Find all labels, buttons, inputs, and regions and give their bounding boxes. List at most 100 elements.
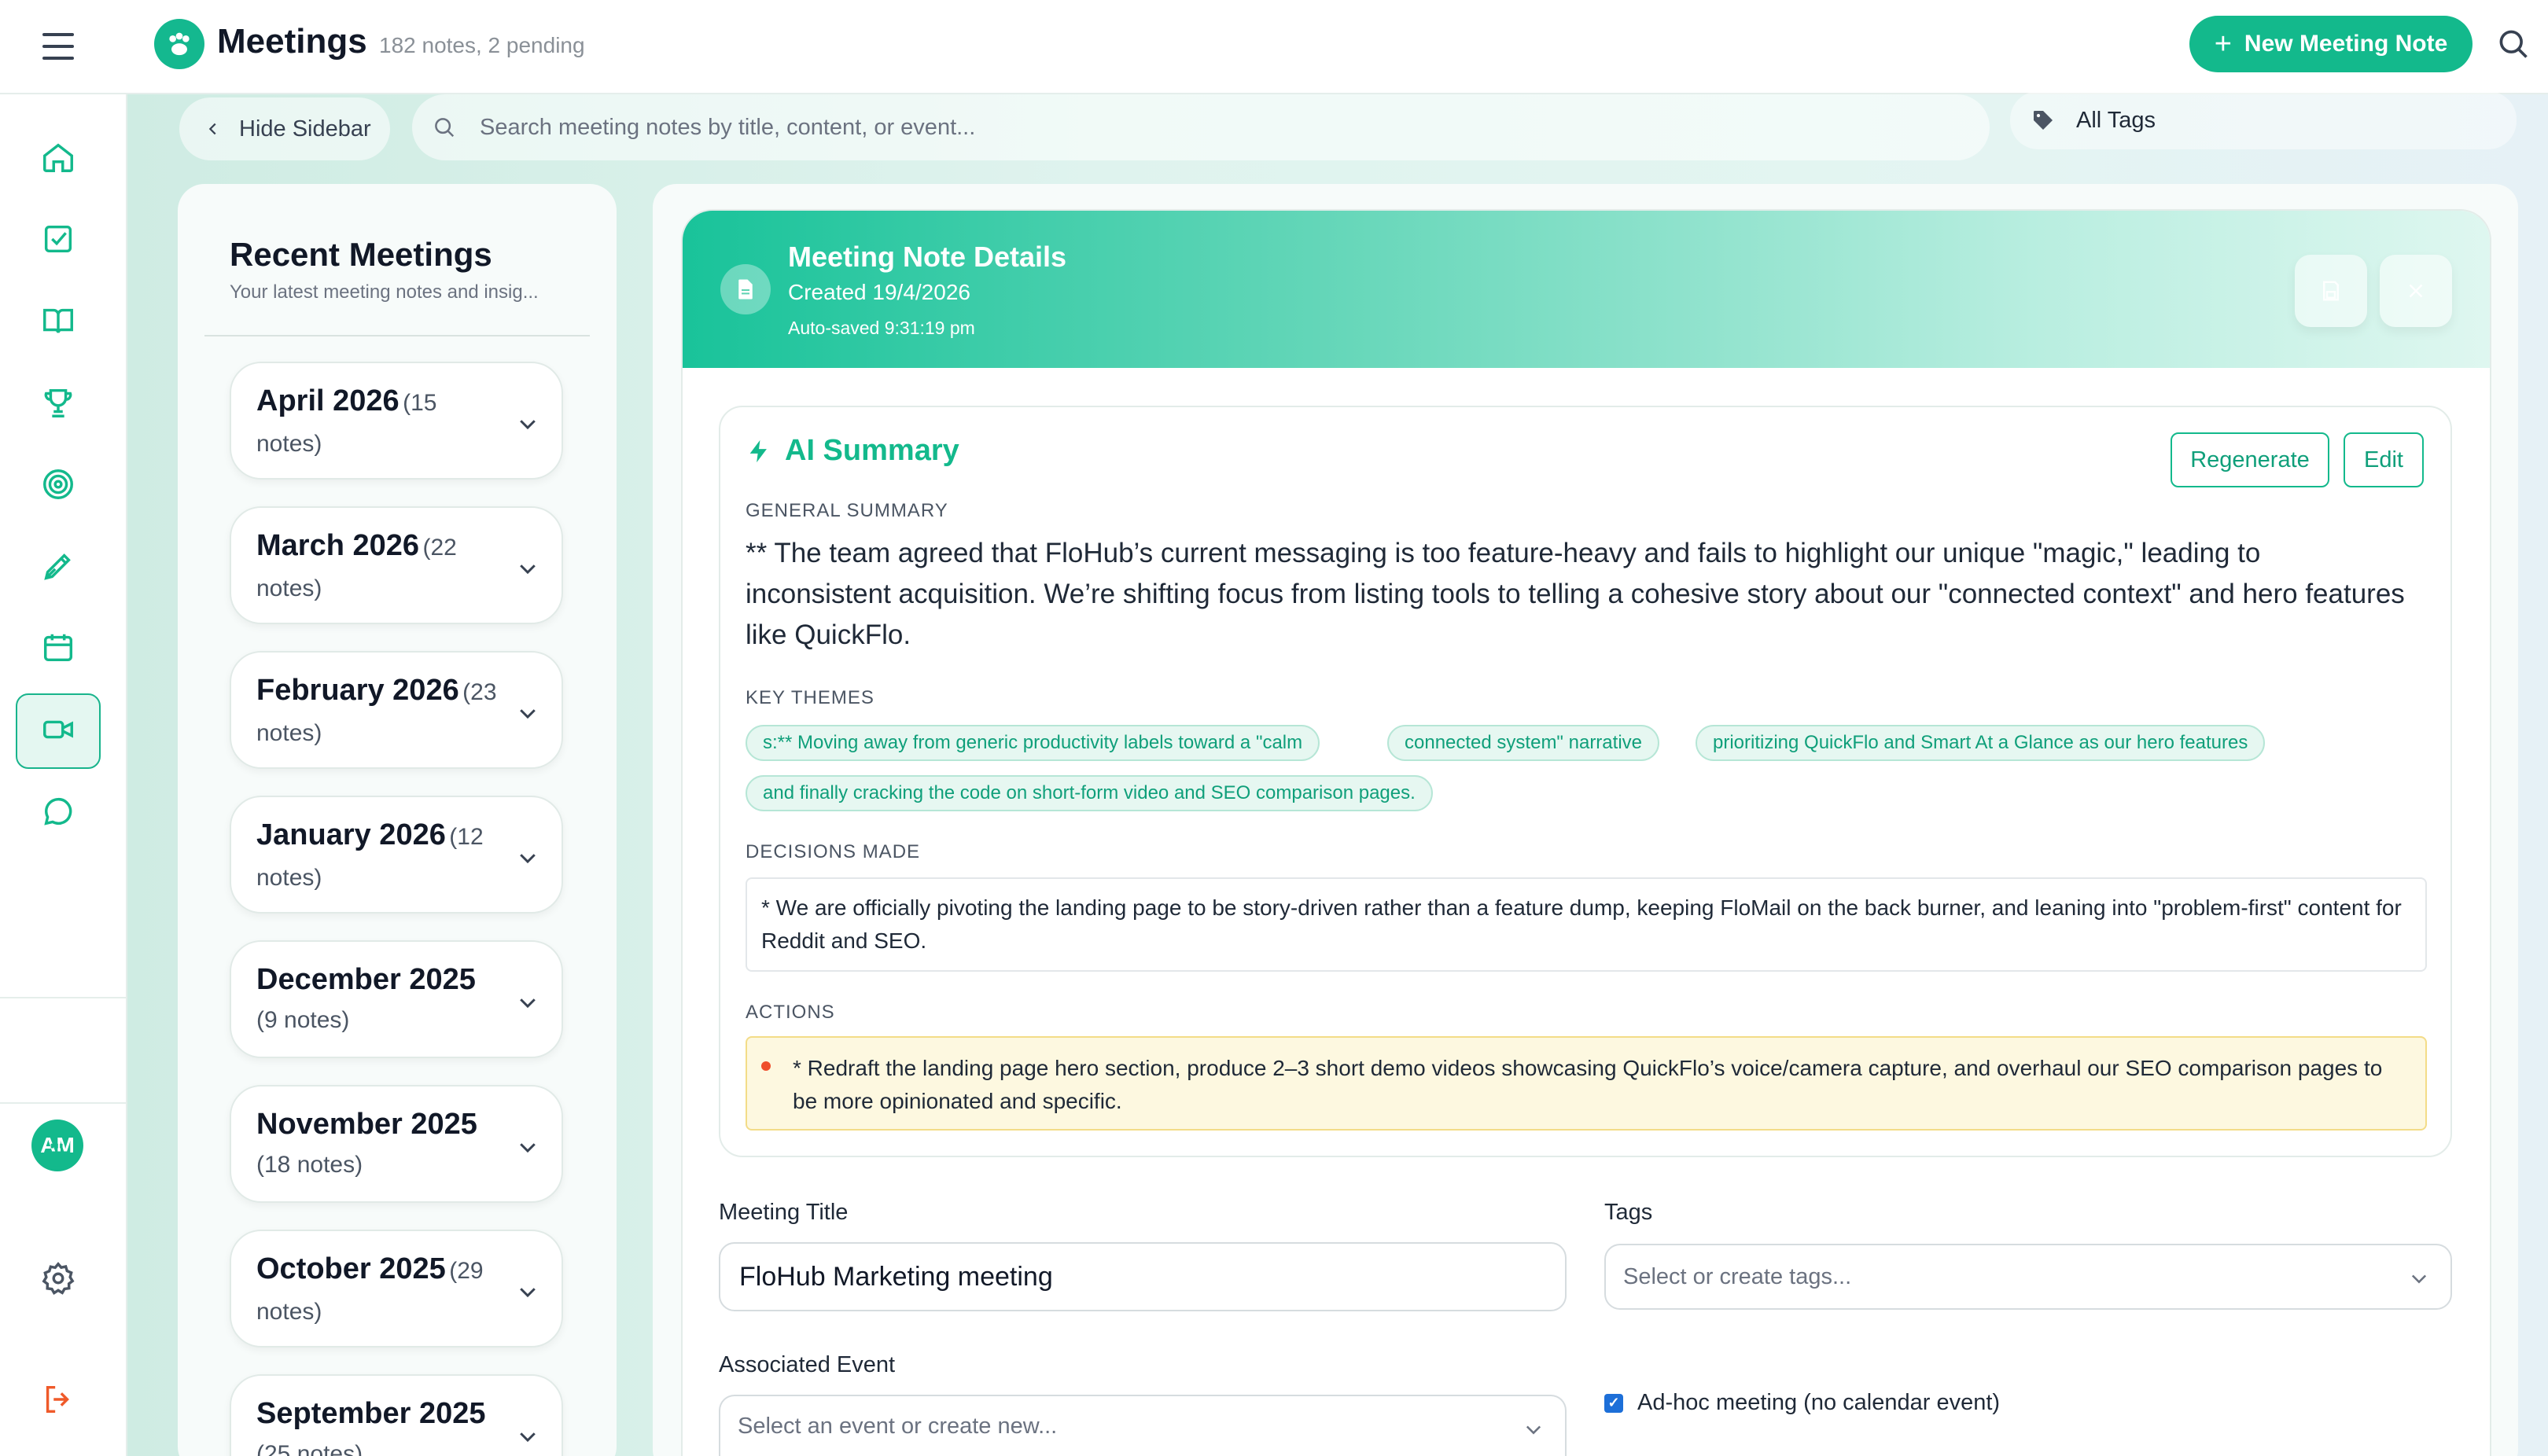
chevron-down-icon <box>520 420 536 430</box>
month-name: April 2026 <box>256 384 400 417</box>
video-icon[interactable] <box>38 709 79 750</box>
search-bar <box>412 94 1990 160</box>
chevron-down-icon <box>1526 1425 1541 1435</box>
chevron-down-icon <box>520 1288 536 1298</box>
close-button[interactable] <box>2380 255 2452 327</box>
action-text: * Redraft the landing page hero section,… <box>793 1056 2383 1113</box>
ai-summary-title: AI Summary <box>785 434 959 467</box>
theme-chip: and finally cracking the code on short-f… <box>746 775 1433 811</box>
search-icon[interactable] <box>2496 27 2531 61</box>
general-summary-label: GENERAL SUMMARY <box>746 500 948 521</box>
left-rail: AM <box>0 94 127 1456</box>
tags-select[interactable]: Select or create tags... <box>1604 1244 2452 1310</box>
tags-filter-label: All Tags <box>2076 107 2156 133</box>
book-icon[interactable] <box>38 300 79 341</box>
month-name: December 2025 <box>256 963 476 996</box>
notes-count: 182 notes, 2 pending <box>379 33 585 57</box>
chevron-down-icon <box>520 1143 536 1153</box>
month-count: (25 notes) <box>256 1441 363 1456</box>
meeting-title-label: Meeting Title <box>719 1200 849 1225</box>
divider <box>204 335 590 336</box>
logout-icon[interactable] <box>38 1379 79 1420</box>
target-icon[interactable] <box>38 464 79 505</box>
chevron-down-icon <box>520 998 536 1009</box>
page-title: Meetings <box>217 22 367 61</box>
top-bar: Meetings 182 notes, 2 pending + New Meet… <box>0 0 2548 94</box>
month-group-october-2025[interactable]: October 2025 (29 notes) <box>230 1230 563 1348</box>
checkbox-checked-icon[interactable]: ✓ <box>1604 1393 1623 1413</box>
plus-icon: + <box>2214 27 2232 61</box>
event-placeholder: Select an event or create new... <box>738 1413 1058 1439</box>
home-icon[interactable] <box>38 137 79 178</box>
new-meeting-note-button[interactable]: + New Meeting Note <box>2189 16 2473 72</box>
month-group-february-2026[interactable]: February 2026 (23 notes) <box>230 651 563 769</box>
created-date: Created 19/4/2026 <box>788 280 970 304</box>
key-themes-label: KEY THEMES <box>746 687 874 708</box>
trophy-icon[interactable] <box>38 382 79 423</box>
chevron-down-icon <box>520 564 536 575</box>
search-input[interactable] <box>480 114 1895 141</box>
chevron-down-icon <box>2411 1274 2427 1284</box>
month-name: January 2026 <box>256 818 446 851</box>
recent-meetings-subtitle: Your latest meeting notes and insig... <box>230 281 539 303</box>
document-icon <box>720 264 771 314</box>
month-name: September 2025 <box>256 1397 486 1430</box>
edit-button[interactable]: Edit <box>2344 432 2424 487</box>
month-group-december-2025[interactable]: December 2025 (9 notes) <box>230 940 563 1058</box>
actions-label: ACTIONS <box>746 1002 835 1023</box>
lightning-icon <box>749 439 767 462</box>
month-name: November 2025 <box>256 1108 477 1141</box>
event-select[interactable]: Select an event or create new... <box>719 1395 1567 1456</box>
recent-meetings-title: Recent Meetings <box>230 236 492 273</box>
app-logo-icon <box>154 19 204 69</box>
chevron-down-icon <box>520 854 536 864</box>
pen-icon[interactable] <box>38 546 79 586</box>
ai-summary-heading: AI Summary <box>746 434 959 468</box>
month-name: March 2026 <box>256 529 420 562</box>
gear-icon[interactable] <box>38 1258 79 1299</box>
month-group-january-2026[interactable]: January 2026 (12 notes) <box>230 796 563 914</box>
ai-summary-section: AI Summary Regenerate Edit GENERAL SUMMA… <box>719 406 2452 1157</box>
general-summary-text: ** The team agreed that FloHub’s current… <box>746 538 2405 650</box>
chevron-left-icon <box>208 123 216 135</box>
meeting-title-input[interactable] <box>719 1242 1567 1311</box>
action-item: * Redraft the landing page hero section,… <box>746 1036 2427 1131</box>
calendar-icon[interactable] <box>38 627 79 668</box>
theme-chip: s:** Moving away from generic productivi… <box>746 725 1320 761</box>
month-count: (18 notes) <box>256 1152 363 1178</box>
chevron-down-icon <box>520 1432 536 1443</box>
month-group-september-2025[interactable]: September 2025 (25 notes) <box>230 1374 563 1456</box>
chat-icon[interactable] <box>38 791 79 832</box>
regenerate-button[interactable]: Regenerate <box>2171 432 2329 487</box>
detail-title: Meeting Note Details <box>788 241 1067 273</box>
close-icon <box>2409 284 2423 298</box>
month-group-november-2025[interactable]: November 2025 (18 notes) <box>230 1085 563 1203</box>
month-group-april-2026[interactable]: April 2026 (15 notes) <box>230 362 563 480</box>
tags-filter-select[interactable]: All Tags <box>2010 91 2517 149</box>
rail-divider <box>0 997 126 998</box>
chevron-down-icon <box>520 709 536 719</box>
tags-placeholder: Select or create tags... <box>1623 1263 1852 1289</box>
checklist-icon[interactable] <box>38 219 79 259</box>
autosave-status: Auto-saved 9:31:19 pm <box>788 318 975 338</box>
month-group-march-2026[interactable]: March 2026 (22 notes) <box>230 506 563 624</box>
hide-sidebar-button[interactable]: Hide Sidebar <box>179 97 390 160</box>
adhoc-meeting-checkbox[interactable]: ✓ Ad-hoc meeting (no calendar event) <box>1604 1390 2000 1416</box>
month-count: (9 notes) <box>256 1007 350 1033</box>
save-icon <box>2323 281 2339 301</box>
menu-icon[interactable] <box>42 33 74 60</box>
save-button[interactable] <box>2295 255 2367 327</box>
coffee-icon[interactable] <box>38 1137 79 1178</box>
tags-label: Tags <box>1604 1200 1653 1225</box>
month-name: February 2026 <box>256 674 459 707</box>
decisions-label: DECISIONS MADE <box>746 841 921 862</box>
detail-header: Meeting Note Details Created 19/4/2026 A… <box>683 211 2490 368</box>
new-meeting-note-label: New Meeting Note <box>2244 31 2448 57</box>
hide-sidebar-label: Hide Sidebar <box>239 116 371 142</box>
rail-divider <box>0 1102 126 1104</box>
recent-meetings-panel: Recent Meetings Your latest meeting note… <box>178 184 617 1456</box>
theme-chip: prioritizing QuickFlo and Smart At a Gla… <box>1696 725 2266 761</box>
month-name: October 2025 <box>256 1252 446 1285</box>
decisions-text: * We are officially pivoting the landing… <box>746 877 2427 972</box>
adhoc-label: Ad-hoc meeting (no calendar event) <box>1637 1390 2001 1415</box>
